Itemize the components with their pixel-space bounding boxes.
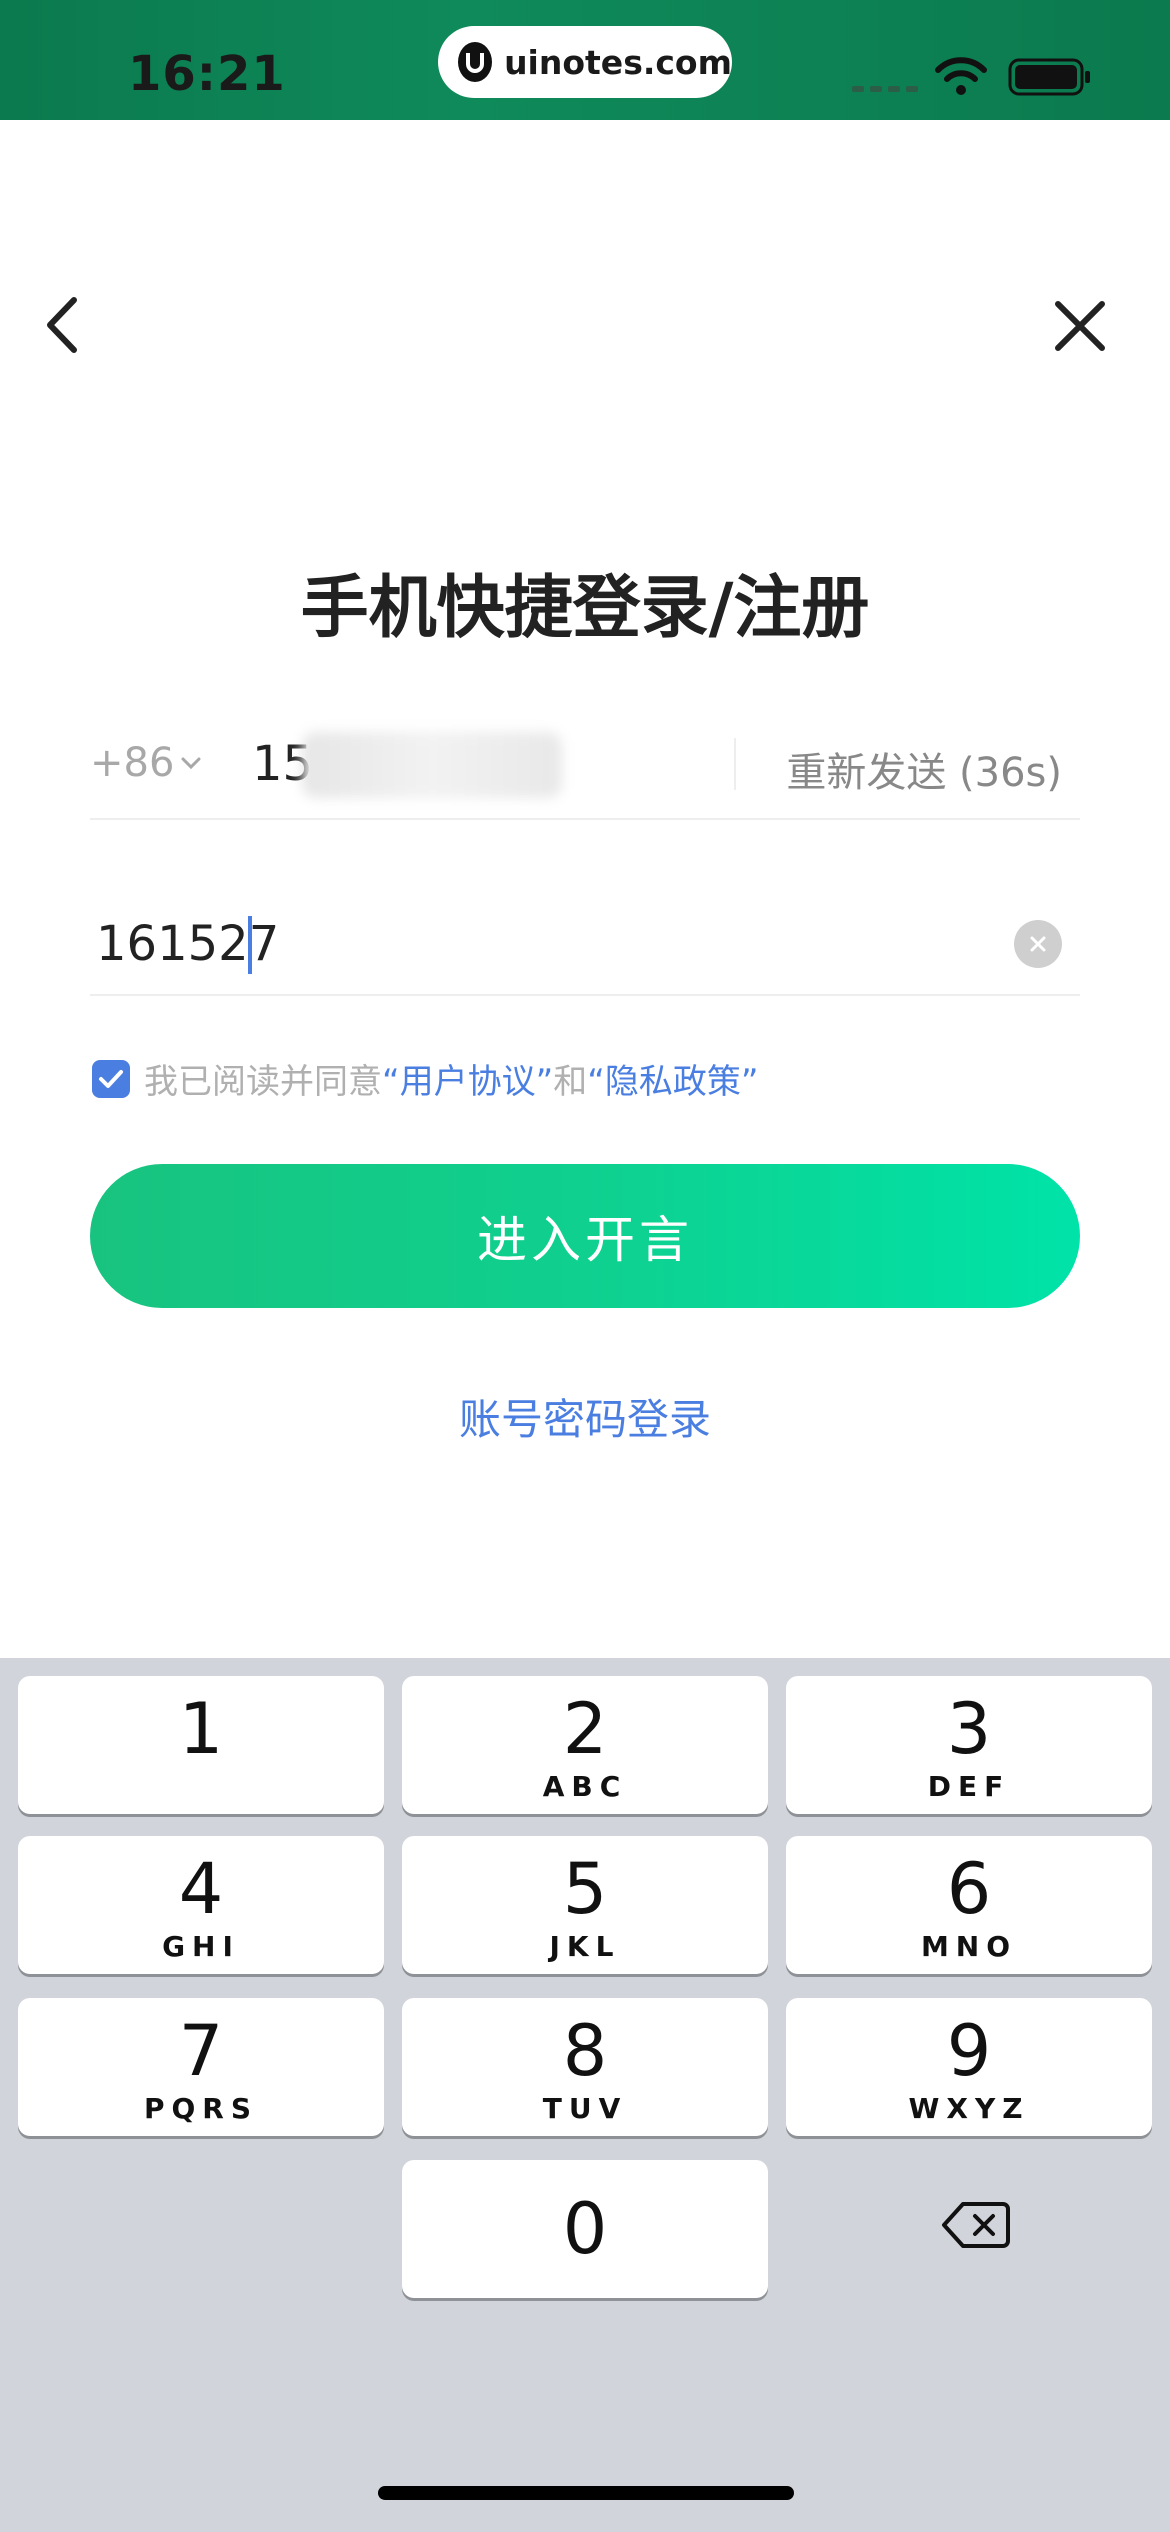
uinotes-logo-icon: [458, 42, 493, 82]
verification-code-field: [90, 900, 1080, 996]
key-letters: GHI: [162, 1930, 240, 1963]
url-pill[interactable]: uinotes.com: [438, 26, 732, 98]
key-6[interactable]: 6 MNO: [786, 1836, 1152, 1974]
battery-icon: [1008, 58, 1090, 96]
delete-key[interactable]: [926, 2190, 1026, 2260]
key-letters: ABC: [542, 1770, 628, 1803]
key-digit: 3: [946, 1688, 992, 1770]
key-8[interactable]: 8 TUV: [402, 1998, 768, 2136]
backspace-icon: [942, 2202, 1010, 2248]
key-digit: 4: [178, 1848, 224, 1930]
checkmark-icon: [99, 1069, 123, 1088]
key-digit: 6: [946, 1848, 992, 1930]
status-bar: 16:21 uinotes.com: [0, 0, 1170, 120]
agreement-row: 我已阅读并同意 “用户协议” 和 “隐私政策”: [92, 1054, 758, 1103]
key-2[interactable]: 2 ABC: [402, 1676, 768, 1814]
key-digit: 9: [946, 2010, 992, 2092]
clear-x-icon: [1030, 936, 1046, 952]
field-divider: [734, 738, 736, 790]
home-indicator[interactable]: [378, 2486, 794, 2500]
key-digit: 7: [178, 2010, 224, 2092]
text-caret: [248, 916, 252, 974]
key-letters: DEF: [927, 1770, 1011, 1803]
resend-code-button[interactable]: 重新发送 (36s): [786, 740, 1062, 798]
close-icon[interactable]: [1052, 298, 1108, 354]
key-1[interactable]: 1: [18, 1676, 384, 1814]
url-text: uinotes.com: [504, 42, 732, 82]
signal-icon: [852, 86, 918, 92]
key-9[interactable]: 9 WXYZ: [786, 1998, 1152, 2136]
key-digit: 8: [562, 2010, 608, 2092]
key-digit: 2: [562, 1688, 608, 1770]
country-code-label: +86: [90, 740, 175, 786]
country-code-selector[interactable]: +86: [90, 740, 202, 786]
page-title: 手机快捷登录/注册: [300, 569, 870, 648]
enter-button[interactable]: 进入开言: [90, 1164, 1080, 1308]
agreement-prefix: 我已阅读并同意: [144, 1062, 382, 1102]
key-letters: TUV: [542, 2092, 628, 2125]
verification-code-input[interactable]: [96, 904, 996, 984]
chevron-down-icon: [181, 757, 201, 770]
privacy-policy-link[interactable]: “隐私政策”: [587, 1054, 758, 1103]
key-letters: WXYZ: [908, 2092, 1030, 2125]
key-digit: 1: [178, 1688, 224, 1770]
key-3[interactable]: 3 DEF: [786, 1676, 1152, 1814]
key-letters: PQRS: [143, 2092, 259, 2125]
status-time: 16:21: [128, 46, 286, 102]
agreement-checkbox[interactable]: [92, 1059, 130, 1098]
key-4[interactable]: 4 GHI: [18, 1836, 384, 1974]
password-login-link[interactable]: 账号密码登录: [0, 1386, 1170, 1447]
key-letters: JKL: [549, 1930, 621, 1963]
key-0[interactable]: 0: [402, 2160, 768, 2298]
key-5[interactable]: 5 JKL: [402, 1836, 768, 1974]
wifi-icon: [935, 57, 987, 95]
key-digit: 0: [562, 2188, 608, 2270]
key-7[interactable]: 7 PQRS: [18, 1998, 384, 2136]
phone-number-redaction: [302, 732, 562, 798]
key-digit: 5: [562, 1848, 608, 1930]
user-agreement-link[interactable]: “用户协议”: [382, 1054, 553, 1103]
login-screen: 16:21 uinotes.com 手机快捷登录/注册 +86 15 重新发送 …: [0, 0, 1170, 2532]
back-chevron-icon[interactable]: [40, 290, 90, 360]
clear-input-button[interactable]: [1014, 920, 1062, 968]
key-letters: MNO: [920, 1930, 1018, 1963]
phone-field: +86 15 重新发送 (36s): [90, 720, 1080, 820]
agreement-and: 和: [553, 1062, 588, 1102]
